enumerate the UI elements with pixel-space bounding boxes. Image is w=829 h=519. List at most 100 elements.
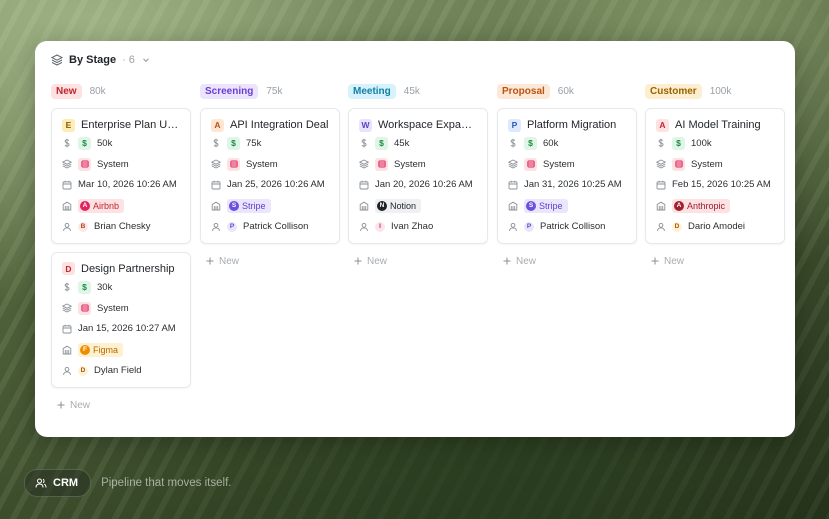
deal-card[interactable]: P Platform Migration $60k System Jan 31, 202… (497, 108, 637, 244)
contact-avatar: P (524, 221, 534, 232)
company-logo: A (80, 200, 90, 211)
deal-card[interactable]: W Workspace Expan… $45k System Jan 20, 2026 … (348, 108, 488, 244)
source-value: System (97, 158, 129, 170)
company-row: S Stripe (211, 195, 329, 216)
company-chip[interactable]: F Figma (78, 342, 124, 357)
stage-column-meeting: Meeting 45k W Workspace Expan… $45k System Jan… (348, 82, 488, 267)
add-new-button[interactable]: New (353, 256, 488, 267)
date-row: Jan 31, 2026 10:25 AM (508, 175, 626, 196)
stage-total: 80k (89, 85, 106, 97)
contact-avatar: D (672, 221, 682, 232)
company-chip[interactable]: N Notion (375, 198, 422, 213)
company-name: Stripe (539, 200, 563, 211)
building-icon (656, 201, 666, 211)
add-new-button[interactable]: New (205, 256, 340, 267)
contact-name[interactable]: Dylan Field (94, 365, 142, 376)
amount-row: $50k (62, 133, 180, 154)
company-logo: S (526, 200, 536, 211)
contact-row: D Dylan Field (62, 360, 180, 381)
contact-row: P Patrick Collison (211, 216, 329, 237)
company-chip[interactable]: A Airbnb (78, 198, 125, 213)
deal-card[interactable]: A AI Model Training $100k System Feb 15, 202… (645, 108, 785, 244)
contact-name[interactable]: Dario Amodei (688, 221, 745, 232)
amount-value: 50k (97, 137, 113, 149)
add-new-label: New (516, 255, 537, 267)
contact-name[interactable]: Brian Chesky (94, 221, 151, 232)
crm-button[interactable]: CRM (24, 469, 92, 497)
contact-row: B Brian Chesky (62, 216, 180, 237)
user-icon (656, 222, 666, 232)
amount-value: 100k (691, 137, 712, 149)
company-row: F Figma (62, 339, 180, 360)
source-row: System (508, 154, 626, 175)
source-value: System (394, 158, 426, 170)
layers-icon (359, 159, 369, 169)
source-value: System (543, 158, 575, 170)
database-icon (375, 157, 388, 171)
currency-badge: $ (78, 136, 91, 150)
deal-card[interactable]: A API Integration Deal $75k System Jan 25, 2… (200, 108, 340, 244)
stage-column-customer: Customer 100k A AI Model Training $100k Syste… (645, 82, 785, 267)
deal-avatar: A (211, 118, 224, 132)
database-icon (524, 157, 537, 171)
add-new-button[interactable]: New (650, 256, 785, 267)
dollar-icon (62, 282, 72, 292)
stage-badge[interactable]: New (51, 83, 82, 99)
footer: CRM Pipeline that moves itself. (24, 469, 231, 497)
column-header: Proposal 60k (497, 82, 637, 100)
company-chip[interactable]: S Stripe (524, 198, 568, 213)
deal-title: API Integration Deal (230, 119, 329, 131)
group-by-selector[interactable]: By Stage · 6 (51, 54, 151, 66)
plus-icon (353, 256, 363, 266)
deal-title-row: P Platform Migration (508, 117, 626, 133)
stage-badge[interactable]: Screening (200, 83, 259, 99)
layers-icon (51, 54, 63, 66)
stage-total: 75k (266, 85, 283, 97)
company-row: S Stripe (508, 195, 626, 216)
source-value: System (691, 158, 723, 170)
date-value: Feb 15, 2026 10:25 AM (672, 179, 771, 191)
column-header: New 80k (51, 82, 191, 100)
company-name: Notion (390, 200, 417, 211)
column-header: Screening 75k (200, 82, 340, 100)
stage-column-proposal: Proposal 60k P Platform Migration $60k System… (497, 82, 637, 267)
deal-title: Design Partnership (81, 262, 175, 275)
contact-row: I Ivan Zhao (359, 216, 477, 237)
stage-badge[interactable]: Proposal (497, 83, 550, 99)
stage-badge[interactable]: Customer (645, 83, 702, 99)
add-new-button[interactable]: New (502, 256, 637, 267)
deal-title-row: W Workspace Expan… (359, 117, 477, 133)
company-row: A Airbnb (62, 195, 180, 216)
amount-value: 60k (543, 137, 559, 149)
dollar-icon (359, 138, 369, 148)
dollar-icon (62, 138, 72, 148)
source-row: System (62, 154, 180, 175)
building-icon (62, 345, 72, 355)
plus-icon (56, 400, 66, 410)
contact-avatar: B (78, 221, 88, 232)
date-value: Jan 31, 2026 10:25 AM (524, 179, 622, 191)
add-new-button[interactable]: New (56, 400, 191, 411)
stage-badge[interactable]: Meeting (348, 83, 396, 99)
company-chip[interactable]: S Stripe (227, 198, 271, 213)
deal-card[interactable]: D Design Partnership $30k System Jan 15, 202… (51, 251, 191, 388)
layers-icon (211, 159, 221, 169)
deal-avatar: D (62, 262, 75, 276)
date-value: Mar 10, 2026 10:26 AM (78, 179, 177, 191)
calendar-icon (359, 180, 369, 190)
contact-name[interactable]: Patrick Collison (243, 221, 308, 232)
source-value: System (97, 302, 129, 314)
contact-name[interactable]: Ivan Zhao (391, 221, 433, 232)
deal-title-row: D Design Partnership (62, 261, 180, 277)
database-icon (78, 301, 91, 315)
currency-badge: $ (672, 136, 685, 150)
company-chip[interactable]: A Anthropic (672, 198, 731, 213)
contact-name[interactable]: Patrick Collison (540, 221, 605, 232)
database-icon (672, 157, 685, 171)
amount-value: 45k (394, 137, 410, 149)
layers-icon (62, 303, 72, 313)
date-row: Jan 15, 2026 10:27 AM (62, 319, 180, 340)
company-row: A Anthropic (656, 195, 774, 216)
stage-total: 45k (403, 85, 420, 97)
deal-card[interactable]: E Enterprise Plan Up… $50k System Mar 10, 20… (51, 108, 191, 244)
